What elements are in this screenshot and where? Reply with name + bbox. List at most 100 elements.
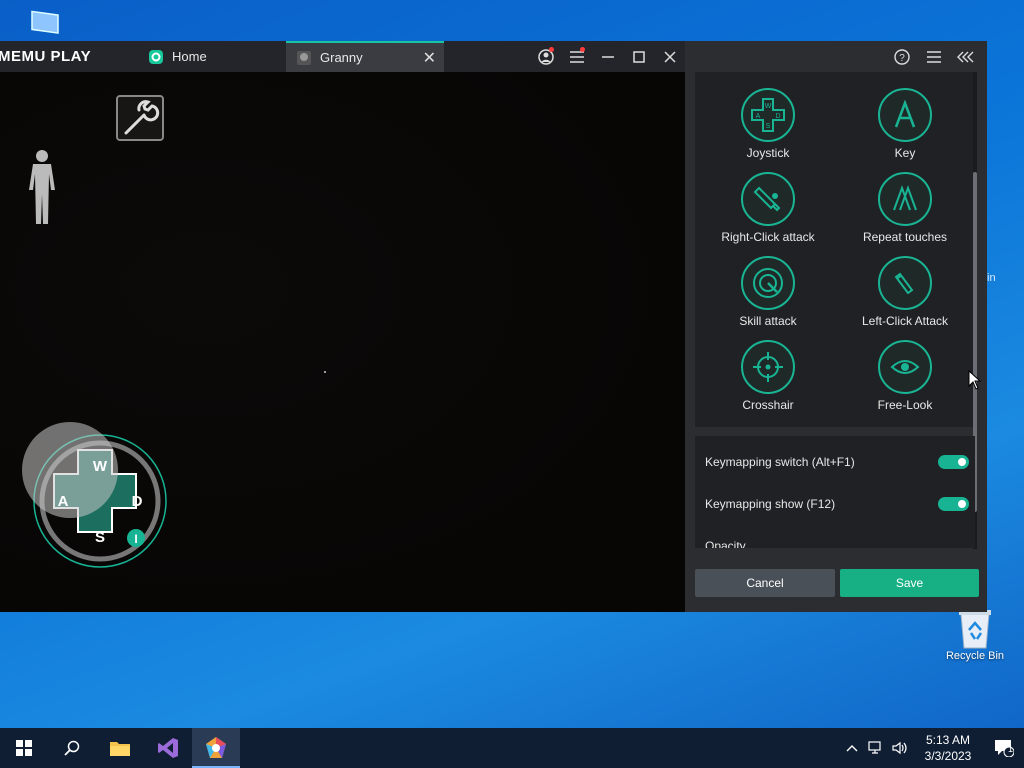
- crosshair-icon: [753, 352, 783, 382]
- start-button[interactable]: [0, 728, 48, 768]
- maximize-button[interactable]: [623, 41, 654, 72]
- chevron-up-icon: [846, 745, 858, 752]
- memu-emulator-window: MEMU PLAY Home Granny ✕ W A D S I ? W A …: [0, 41, 987, 612]
- keymap-tools-grid: W A D S Joystick Key Right-Click attack: [695, 72, 975, 427]
- tool-skill-attack[interactable]: Skill attack: [698, 256, 838, 328]
- close-tab-icon[interactable]: ✕: [423, 48, 436, 68]
- dpad-joystick-control[interactable]: W A D S I: [20, 420, 170, 572]
- skill-attack-icon: [753, 268, 783, 298]
- tab-home-label: Home: [172, 49, 207, 64]
- taskbar-clock[interactable]: 5:13 AM 3/3/2023: [912, 732, 984, 764]
- menu-notification-dot: [580, 47, 585, 52]
- right-click-attack-icon: [753, 186, 781, 212]
- tool-joystick[interactable]: W A D S Joystick: [698, 88, 838, 160]
- panel-toolbar: ?: [685, 41, 987, 72]
- tab-granny[interactable]: Granny ✕: [286, 41, 444, 72]
- memu-play-logo: MEMU PLAY: [0, 48, 92, 65]
- windows-taskbar: 5:13 AM 3/3/2023 1: [0, 728, 1024, 768]
- recycle-bin-icon: [959, 610, 991, 649]
- dpad-left-label: A: [58, 493, 69, 510]
- minimize-icon: [601, 55, 614, 58]
- dpad-extra-label: I: [134, 532, 137, 546]
- volume-button[interactable]: [888, 728, 912, 768]
- tool-label: Left-Click Attack: [861, 314, 949, 328]
- setting-label: Opacity: [705, 539, 746, 548]
- left-click-attack-icon: [894, 272, 914, 295]
- setting-label: Keymapping show (F12): [705, 497, 836, 511]
- cancel-button[interactable]: Cancel: [695, 569, 835, 597]
- tab-granny-label: Granny: [320, 50, 363, 65]
- wrench-icon: [124, 100, 160, 135]
- folder-icon: [110, 742, 130, 756]
- maximize-icon: [632, 50, 645, 63]
- keymap-settings: Keymapping switch (Alt+F1) Keymapping sh…: [695, 436, 975, 548]
- tool-repeat-touches[interactable]: Repeat touches: [835, 172, 975, 244]
- notification-count: 1: [1008, 744, 1014, 754]
- dpad-down-label: S: [95, 529, 105, 546]
- setting-label: Keymapping switch (Alt+F1): [705, 455, 855, 469]
- tool-free-look[interactable]: Free-Look: [835, 340, 975, 412]
- account-button[interactable]: [530, 41, 561, 72]
- hamburger-menu-icon: [927, 50, 941, 63]
- network-button[interactable]: [864, 728, 888, 768]
- action-center-button[interactable]: 1: [984, 728, 1024, 768]
- dpad-up-label: W: [93, 458, 108, 475]
- keymapping-show-row: Keymapping show (F12): [705, 494, 969, 514]
- hamburger-menu-icon: [569, 50, 584, 63]
- clock-time: 5:13 AM: [925, 733, 971, 747]
- game-viewport[interactable]: W A D S I: [0, 72, 685, 612]
- keymapping-show-toggle[interactable]: [938, 497, 969, 511]
- tool-label: Joystick: [746, 146, 790, 160]
- show-hidden-icons-button[interactable]: [840, 728, 864, 768]
- minimize-button[interactable]: [592, 41, 623, 72]
- clock-date: 3/3/2023: [924, 749, 972, 763]
- windows-logo-icon: [16, 740, 32, 756]
- joystick-icon: W A D S: [751, 98, 785, 132]
- tool-right-click-attack[interactable]: Right-Click attack: [698, 172, 838, 244]
- svg-text:D: D: [775, 113, 780, 120]
- close-window-button[interactable]: [654, 41, 685, 72]
- svg-text:W: W: [765, 103, 772, 110]
- tool-label: Crosshair: [742, 398, 794, 412]
- collapse-panel-button[interactable]: [953, 44, 979, 70]
- tool-label: Skill attack: [739, 314, 797, 328]
- speaker-icon: [892, 741, 907, 755]
- tab-home[interactable]: Home: [138, 41, 286, 72]
- chevrons-left-icon: [957, 51, 974, 62]
- granny-game-icon: [297, 50, 311, 65]
- repeat-touches-icon: [893, 185, 917, 211]
- menu-button[interactable]: [561, 41, 592, 72]
- visual-studio-taskbar-button[interactable]: [144, 728, 192, 768]
- search-icon: [64, 740, 80, 756]
- tool-left-click-attack[interactable]: Left-Click Attack: [835, 256, 975, 328]
- system-tray: 5:13 AM 3/3/2023 1: [840, 728, 1024, 768]
- memu-app-icon: [206, 737, 226, 758]
- recycle-bin-desktop-icon[interactable]: Recycle Bin: [944, 606, 1006, 662]
- notification-dot: [549, 47, 554, 52]
- memu-taskbar-button[interactable]: [192, 728, 240, 768]
- save-button[interactable]: Save: [840, 569, 979, 597]
- opacity-row: Opacity: [705, 536, 969, 548]
- panel-menu-button[interactable]: [921, 44, 947, 70]
- file-explorer-taskbar-button[interactable]: [96, 728, 144, 768]
- tool-key[interactable]: Key: [835, 88, 975, 160]
- network-icon: [868, 741, 881, 754]
- help-icon: ?: [894, 48, 910, 65]
- this-pc-desktop-icon[interactable]: [26, 8, 66, 40]
- home-app-icon: [149, 49, 163, 64]
- svg-text:A: A: [756, 113, 761, 120]
- keymapping-panel: ? W A D S Joystick Key Right-Click attac…: [685, 41, 987, 612]
- keymapping-switch-toggle[interactable]: [938, 455, 969, 469]
- tool-crosshair[interactable]: Crosshair: [698, 340, 838, 412]
- character-silhouette-icon: [29, 150, 55, 224]
- recycle-bin-label: Recycle Bin: [945, 650, 1005, 662]
- search-button[interactable]: [48, 728, 96, 768]
- svg-text:S: S: [766, 123, 771, 130]
- svg-text:?: ?: [899, 53, 905, 64]
- emulator-title-bar: MEMU PLAY Home Granny ✕: [0, 41, 685, 72]
- settings-wrench-button[interactable]: [116, 95, 164, 141]
- tool-label: Right-Click attack: [721, 230, 815, 244]
- tool-label: Repeat touches: [862, 230, 948, 244]
- tool-label: Key: [894, 146, 916, 160]
- help-button[interactable]: ?: [889, 44, 915, 70]
